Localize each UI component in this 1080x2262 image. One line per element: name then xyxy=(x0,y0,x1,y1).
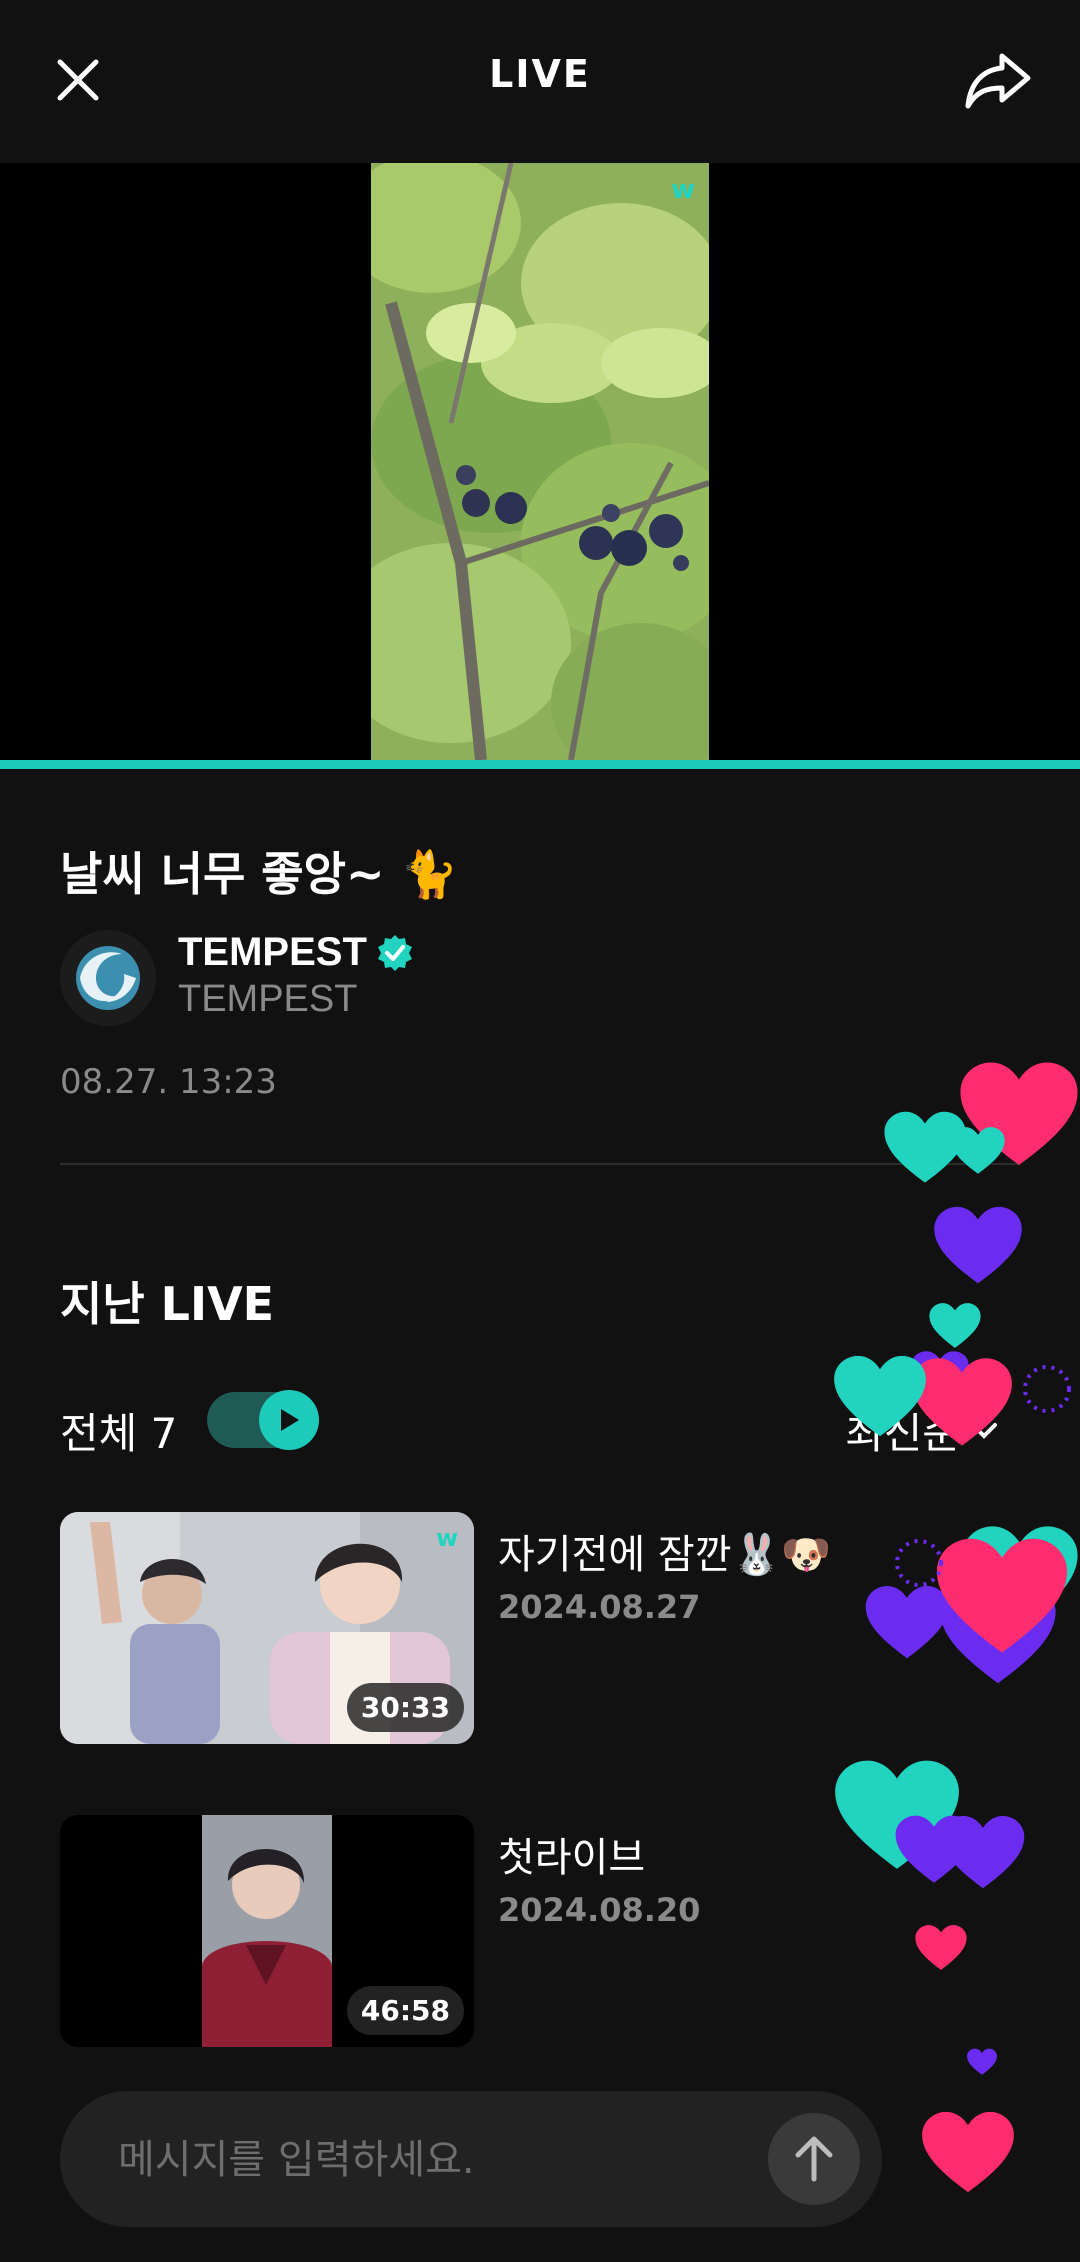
play-icon xyxy=(281,1409,299,1431)
channel-avatar[interactable] xyxy=(60,930,156,1026)
live-date: 08.27. 13:23 xyxy=(60,1062,277,1102)
sort-dropdown[interactable]: 최신순 xyxy=(845,1400,999,1461)
video-frame: w xyxy=(371,163,709,760)
page-title: LIVE xyxy=(489,52,591,96)
chevron-down-icon xyxy=(970,1422,997,1439)
sparkle-ring-icon xyxy=(1023,1365,1071,1413)
heart-icon xyxy=(929,1303,981,1348)
svg-text:w: w xyxy=(671,175,695,205)
past-live-item[interactable]: w 30:33 자기전에 잠깐🐰🐶 2024.08.27 xyxy=(60,1512,1020,1744)
past-live-title: 첫라이브 xyxy=(498,1835,646,1881)
heart-icon xyxy=(911,1351,969,1402)
video-thumbnail: 46:58 xyxy=(60,1815,474,2047)
heart-icon xyxy=(967,2048,997,2075)
sort-label: 최신순 xyxy=(845,1409,961,1458)
channel-subtitle: TEMPEST xyxy=(178,978,358,1020)
past-live-date: 2024.08.27 xyxy=(498,1588,701,1626)
like-heart-button[interactable] xyxy=(920,2110,1016,2200)
heart-icon xyxy=(960,1062,1078,1166)
heart-icon xyxy=(884,1111,966,1183)
live-title: 날씨 너무 좋앙~ 🐈 xyxy=(60,847,458,901)
past-live-date: 2024.08.20 xyxy=(498,1891,701,1929)
past-live-section-title: 지난 LIVE xyxy=(60,1277,275,1331)
arrow-up-icon xyxy=(795,2136,833,2182)
top-bar: LIVE xyxy=(0,0,1080,163)
video-still-image: w xyxy=(371,163,709,760)
duration-badge: 30:33 xyxy=(346,1683,464,1732)
verified-badge-icon xyxy=(377,934,412,971)
video-player[interactable]: w xyxy=(0,163,1080,760)
channel-logo-icon xyxy=(60,930,156,1026)
chat-message-input[interactable] xyxy=(116,2091,780,2229)
chat-bar xyxy=(60,2091,882,2229)
divider xyxy=(60,1163,1020,1165)
toggle-knob xyxy=(259,1390,319,1450)
send-button[interactable] xyxy=(768,2113,860,2205)
channel-name: TEMPEST xyxy=(178,930,367,974)
duration-badge: 46:58 xyxy=(346,1986,464,2035)
video-thumbnail: w 30:33 xyxy=(60,1512,474,1744)
video-progress-fill xyxy=(0,760,1080,769)
share-icon xyxy=(965,53,1030,109)
video-progress-bar[interactable] xyxy=(0,760,1080,769)
heart-icon xyxy=(934,1206,1022,1284)
past-live-item[interactable]: 46:58 첫라이브 2024.08.20 xyxy=(60,1815,1020,2047)
heart-icon xyxy=(951,1127,1005,1174)
svg-text:w: w xyxy=(436,1524,458,1552)
channel-name-row[interactable]: TEMPEST xyxy=(178,930,415,975)
autoplay-toggle[interactable] xyxy=(207,1390,319,1450)
heart-icon xyxy=(922,2111,1014,2193)
share-button[interactable] xyxy=(950,40,1045,120)
past-live-title: 자기전에 잠깐🐰🐶 xyxy=(498,1532,832,1578)
past-live-count: 전체 7 xyxy=(60,1409,178,1458)
